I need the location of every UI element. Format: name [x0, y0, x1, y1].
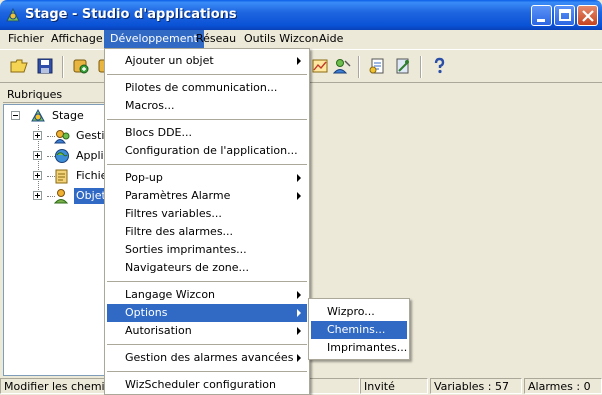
menu-item-alarm-filter[interactable]: Filtre des alarmes...	[107, 223, 307, 241]
users-icon[interactable]	[333, 57, 351, 75]
help-icon[interactable]	[430, 57, 448, 75]
add-object-icon[interactable]	[72, 57, 90, 75]
menu-fichier[interactable]: Fichier	[2, 30, 50, 48]
menu-item-printer-outputs[interactable]: Sorties imprimantes...	[107, 241, 307, 259]
tree-expand-toggle[interactable]	[33, 191, 42, 200]
toolbar-separator	[420, 56, 422, 78]
menu-separator	[107, 281, 307, 282]
save-icon[interactable]	[36, 57, 54, 75]
objects-icon	[54, 189, 69, 204]
chart-icon[interactable]	[311, 57, 329, 75]
menu-outils-wizcon[interactable]: Outils Wizcon	[238, 30, 325, 48]
menu-item-wizpro[interactable]: Wizpro...	[311, 303, 407, 321]
window-title: Stage - Studio d'applications	[25, 7, 237, 22]
tree-item-label: Stage	[52, 109, 84, 122]
toolbar-separator	[358, 56, 360, 78]
menu-item-label: Autorisation	[125, 324, 192, 337]
menu-item-zone-navigators[interactable]: Navigateurs de zone...	[107, 259, 307, 277]
app-icon	[6, 7, 20, 22]
menu-separator	[107, 164, 307, 165]
menu-item-dde-blocks[interactable]: Blocs DDE...	[107, 124, 307, 142]
status-variables: Variables : 57	[430, 378, 522, 394]
menu-item-paths[interactable]: Chemins...	[311, 321, 407, 339]
status-user: Invité	[360, 378, 428, 394]
files-icon	[55, 169, 68, 184]
open-folder-icon[interactable]	[10, 57, 28, 75]
submenu-arrow-icon	[297, 192, 301, 200]
tree-collapse-toggle[interactable]	[11, 111, 20, 120]
close-icon	[582, 10, 594, 22]
menu-item-options[interactable]: Options	[107, 304, 307, 322]
menu-separator	[107, 119, 307, 120]
submenu-arrow-icon	[297, 354, 301, 362]
menu-item-authorization[interactable]: Autorisation	[107, 322, 307, 340]
tree-expand-toggle[interactable]	[33, 171, 42, 180]
menu-item-label: Gestion des alarmes avancées	[125, 351, 294, 364]
menu-developpement[interactable]: Développement	[104, 30, 204, 48]
menu-separator	[107, 371, 307, 372]
tools-icon[interactable]	[394, 57, 412, 75]
menu-item-advanced-alarms[interactable]: Gestion des alarmes avancées	[107, 349, 307, 367]
close-button[interactable]	[577, 5, 598, 26]
submenu-arrow-icon	[297, 309, 301, 317]
development-menu: Ajouter un objet Pilotes de communicatio…	[104, 48, 310, 395]
menu-item-macros[interactable]: Macros...	[107, 97, 307, 115]
menu-item-popup[interactable]: Pop-up	[107, 169, 307, 187]
submenu-arrow-icon	[297, 291, 301, 299]
toolbar-separator	[62, 56, 64, 78]
maximize-button[interactable]	[554, 5, 575, 26]
menu-item-app-configuration[interactable]: Configuration de l'application...	[107, 142, 307, 160]
menu-item-label: Langage Wizcon	[125, 288, 216, 301]
submenu-arrow-icon	[297, 57, 301, 65]
status-alarms: Alarmes : 0	[524, 378, 602, 394]
tree-item-label: Objet	[74, 188, 108, 204]
project-icon	[31, 108, 45, 122]
menu-item-wizscheduler[interactable]: WizScheduler configuration	[107, 376, 307, 394]
minimize-icon	[537, 19, 545, 22]
menu-item-label: Options	[125, 306, 168, 319]
options-submenu: Wizpro... Chemins... Imprimantes...	[308, 298, 410, 360]
menu-aide[interactable]: Aide	[313, 30, 349, 48]
tree-expand-toggle[interactable]	[33, 151, 42, 160]
menu-item-label: Ajouter un objet	[125, 54, 214, 67]
menu-item-wizcon-language[interactable]: Langage Wizcon	[107, 286, 307, 304]
menu-item-label: Paramètres Alarme	[125, 189, 231, 202]
menu-separator	[107, 344, 307, 345]
document-icon[interactable]	[368, 57, 386, 75]
menu-item-communication-drivers[interactable]: Pilotes de communication...	[107, 79, 307, 97]
tree-expand-toggle[interactable]	[33, 131, 42, 140]
menu-bar: Fichier Affichage Développement Réseau O…	[0, 30, 602, 48]
minimize-button[interactable]	[531, 5, 552, 26]
title-bar[interactable]: Stage - Studio d'applications	[0, 0, 602, 30]
menu-item-printers[interactable]: Imprimantes...	[311, 339, 407, 357]
maximize-icon	[559, 9, 571, 21]
application-icon	[55, 149, 69, 163]
menu-item-add-object[interactable]: Ajouter un objet	[107, 52, 307, 70]
menu-reseau[interactable]: Réseau	[190, 30, 242, 48]
menu-separator	[107, 74, 307, 75]
alarm-manager-icon	[54, 130, 70, 144]
submenu-arrow-icon	[297, 327, 301, 335]
menu-affichage[interactable]: Affichage	[45, 30, 109, 48]
menu-item-alarm-parameters[interactable]: Paramètres Alarme	[107, 187, 307, 205]
menu-item-label: Pop-up	[125, 171, 163, 184]
submenu-arrow-icon	[297, 174, 301, 182]
menu-item-variable-filters[interactable]: Filtres variables...	[107, 205, 307, 223]
